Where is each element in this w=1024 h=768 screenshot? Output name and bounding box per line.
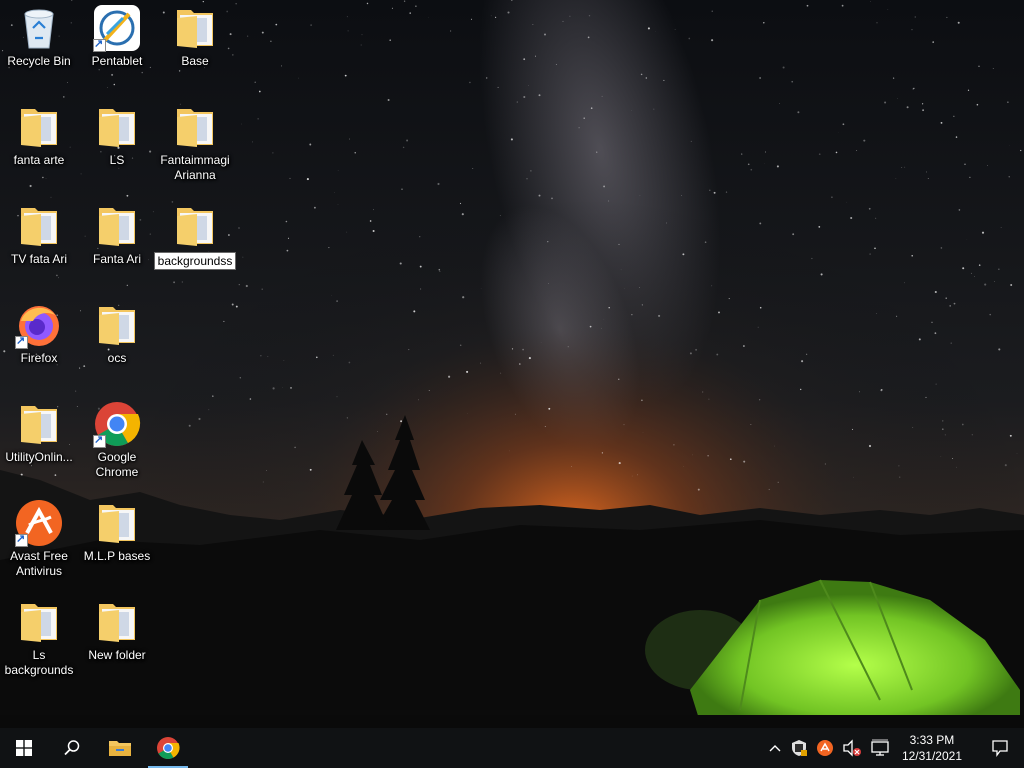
chrome-icon	[157, 737, 180, 759]
avast-tray-button[interactable]	[812, 728, 838, 768]
windows-logo-icon	[16, 740, 32, 756]
desktop-icon-fanta-ari[interactable]: Fanta Ari	[78, 198, 156, 288]
show-hidden-icons-button[interactable]	[764, 728, 786, 768]
firefox-icon	[15, 301, 63, 349]
avast-icon	[15, 499, 63, 547]
security-shield-icon	[791, 740, 807, 756]
folder-icon	[93, 202, 141, 250]
desktop-icon-label: LS	[109, 153, 125, 167]
folder-icon	[93, 499, 141, 547]
desktop-icon-label: TV fata Ari	[10, 252, 68, 266]
desktop-icon-tv-fata-ari[interactable]: TV fata Ari	[0, 198, 78, 288]
pentablet-icon	[93, 4, 141, 52]
shortcut-arrow-icon	[93, 37, 106, 52]
shortcut-arrow-icon	[93, 433, 106, 448]
desktop-icon-fanta-arte[interactable]: fanta arte	[0, 99, 78, 189]
folder-icon	[15, 400, 63, 448]
security-tray-button[interactable]	[786, 728, 812, 768]
action-center-button[interactable]	[976, 728, 1024, 768]
desktop-icon-new-folder[interactable]: New folder	[78, 594, 156, 684]
recycle-bin-icon	[15, 4, 63, 52]
folder-icon	[93, 103, 141, 151]
desktop-icon-label: Google Chrome	[95, 450, 139, 479]
desktop-icon-recycle-bin[interactable]: Recycle Bin	[0, 0, 78, 90]
search-icon	[64, 740, 80, 756]
desktop-icon-backgroundss[interactable]: backgroundss	[153, 198, 237, 288]
desktop-icon-avast-free-antivirus[interactable]: Avast Free Antivirus	[0, 495, 78, 585]
action-center-icon	[992, 740, 1008, 757]
desktop-icon-label: Avast Free Antivirus	[10, 549, 68, 578]
desktop-icon-google-chrome[interactable]: Google Chrome	[78, 396, 156, 486]
desktop-icon-label: New folder	[88, 648, 146, 662]
start-button[interactable]	[0, 728, 48, 768]
taskbar: 3:33 PM 12/31/2021	[0, 728, 1024, 768]
desktop-icon-label: Ls backgrounds	[4, 648, 74, 677]
desktop-icon-pentablet[interactable]: Pentablet	[78, 0, 156, 90]
folder-icon	[15, 103, 63, 151]
chrome-taskbar-button[interactable]	[144, 728, 192, 768]
clock-date: 12/31/2021	[901, 749, 962, 763]
folder-icon	[171, 4, 219, 52]
desktop-icon-label: ocs	[107, 351, 127, 365]
desktop-icon-label: M.L.P bases	[83, 549, 151, 563]
desktop-icon-label: Firefox	[20, 351, 58, 365]
desktop-icon-label: Fanta Ari	[92, 252, 142, 266]
volume-muted-icon	[843, 739, 861, 757]
folder-icon	[15, 202, 63, 250]
network-icon	[871, 739, 889, 756]
system-tray: 3:33 PM 12/31/2021	[764, 728, 1024, 768]
desktop-icon-utilityonlin[interactable]: UtilityOnlin...	[0, 396, 78, 486]
search-button[interactable]	[48, 728, 96, 768]
desktop-icon-base[interactable]: Base	[156, 0, 234, 90]
chevron-up-icon	[769, 745, 781, 752]
folder-icon	[93, 301, 141, 349]
desktop-icon-label: Pentablet	[91, 54, 143, 68]
desktop-icon-label: fanta arte	[13, 153, 65, 167]
desktop-icon-label: Fantaimmagi Arianna	[160, 153, 230, 182]
folder-icon	[171, 202, 219, 250]
desktop-icon-ls-backgrounds[interactable]: Ls backgrounds	[0, 594, 78, 684]
desktop-icon-fantaimmagi-arianna[interactable]: Fantaimmagi Arianna	[156, 99, 234, 189]
desktop-icon-ls[interactable]: LS	[78, 99, 156, 189]
desktop-icon-label: Recycle Bin	[7, 54, 71, 68]
shortcut-arrow-icon	[15, 532, 28, 547]
avast-tray-icon	[816, 740, 833, 756]
desktop-icon-label: Base	[181, 54, 209, 68]
desktop-icon-ocs[interactable]: ocs	[78, 297, 156, 387]
shortcut-arrow-icon	[15, 334, 28, 349]
network-tray-button[interactable]	[866, 728, 894, 768]
desktop-icon-m-l-p-bases[interactable]: M.L.P bases	[78, 495, 156, 585]
file-explorer-icon	[109, 741, 131, 756]
folder-icon	[93, 598, 141, 646]
desktop-icon-firefox[interactable]: Firefox	[0, 297, 78, 387]
volume-tray-button[interactable]	[838, 728, 866, 768]
chrome-icon	[93, 400, 141, 448]
folder-icon	[15, 598, 63, 646]
clock[interactable]: 3:33 PM 12/31/2021	[894, 728, 970, 768]
desktop-icon-label: UtilityOnlin...	[5, 450, 73, 464]
clock-time: 3:33 PM	[909, 733, 955, 747]
rename-field[interactable]: backgroundss	[153, 252, 237, 270]
folder-icon	[171, 103, 219, 151]
file-explorer-button[interactable]	[96, 728, 144, 768]
